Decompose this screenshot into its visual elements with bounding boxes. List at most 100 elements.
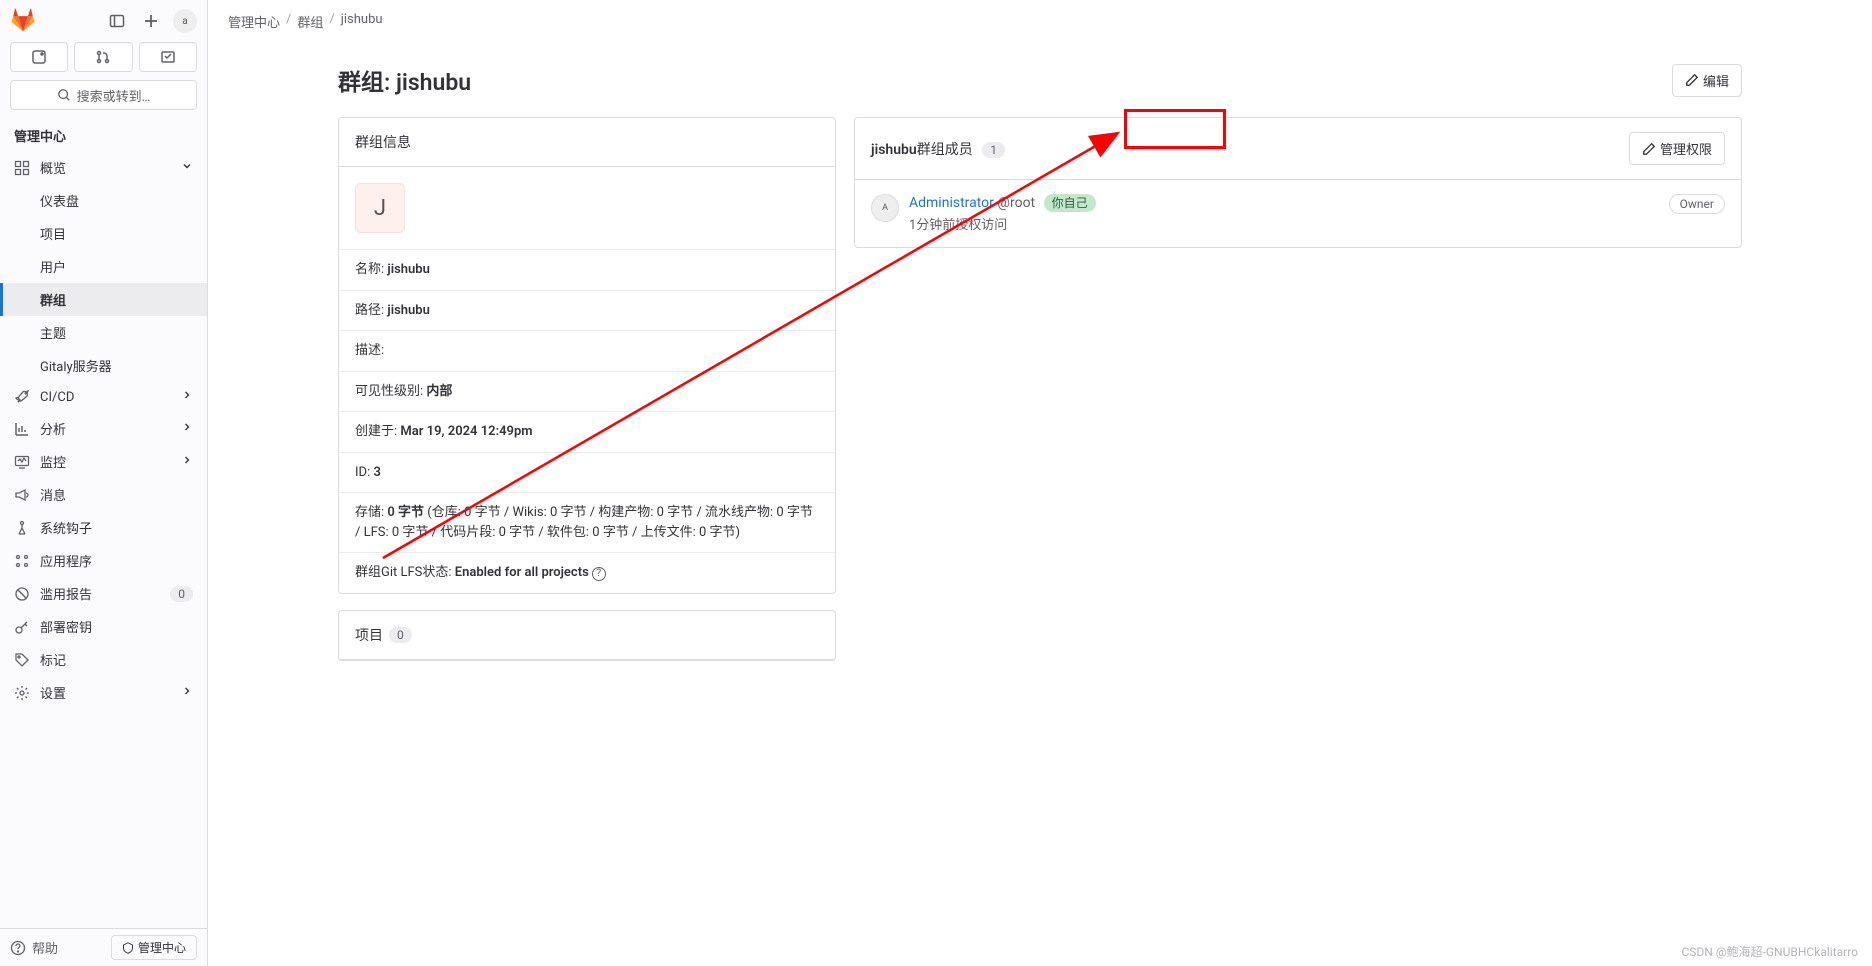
nav-label: 项目 (40, 224, 66, 243)
nav: 概览 仪表盘 项目 用户 群组 主题 Gitaly服务器 CI/CD 分析 监控 (0, 151, 207, 928)
breadcrumb-sep: / (286, 12, 291, 31)
monitor-icon (14, 454, 30, 470)
key-icon (14, 619, 30, 635)
chevron-right-icon (181, 389, 193, 405)
nav-deploy[interactable]: 部署密钥 (0, 610, 207, 643)
members-count: 1 (982, 142, 1005, 158)
hook-icon (14, 520, 30, 536)
tab-issues[interactable] (10, 42, 68, 72)
group-info-title: 群组信息 (339, 118, 835, 167)
nav-analytics[interactable]: 分析 (0, 412, 207, 445)
nav-label: 概览 (40, 158, 66, 177)
nav-label: 设置 (40, 683, 66, 702)
sidebar-section-title: 管理中心 (0, 120, 207, 151)
nav-label: 仪表盘 (40, 191, 79, 210)
nav-label: 消息 (40, 485, 66, 504)
member-sub: 1分钟前授权访问 (909, 214, 1659, 233)
breadcrumb-sep: / (329, 12, 334, 31)
nav-label: 应用程序 (40, 551, 92, 570)
chevron-right-icon (181, 685, 193, 701)
search-placeholder: 搜索或转到… (77, 86, 151, 105)
gitlab-logo[interactable] (10, 8, 36, 34)
breadcrumb-admin[interactable]: 管理中心 (228, 12, 280, 31)
sidebar-footer: 帮助 管理中心 (0, 928, 207, 966)
chevron-right-icon (181, 421, 193, 437)
members-card: jishubu群组成员 1 管理权限 A (854, 117, 1742, 248)
breadcrumb-groups[interactable]: 群组 (297, 12, 323, 31)
edit-button[interactable]: 编辑 (1672, 64, 1742, 97)
nav-labels[interactable]: 标记 (0, 643, 207, 676)
admin-center-link[interactable]: 管理中心 (111, 935, 197, 960)
nav-label: 用户 (40, 257, 66, 276)
sidebar-tabs (0, 42, 207, 80)
sidebar-top: a (0, 0, 207, 42)
page-header: 群组: jishubu 编辑 (338, 63, 1742, 97)
tag-icon (14, 652, 30, 668)
tab-merge-requests[interactable] (74, 42, 132, 72)
nav-label: 标记 (40, 650, 66, 669)
projects-title: 项目 (355, 625, 383, 645)
nav-label: 系统钩子 (40, 518, 92, 537)
nav-users[interactable]: 用户 (0, 250, 207, 283)
nav-label: 滥用报告 (40, 584, 92, 603)
role-badge: Owner (1669, 194, 1725, 214)
info-lfs: 群组Git LFS状态: Enabled for all projects? (339, 552, 835, 593)
members-header: jishubu群组成员 1 管理权限 (855, 118, 1741, 180)
info-desc: 描述: (339, 330, 835, 371)
nav-topics[interactable]: 主题 (0, 316, 207, 349)
nav-messages[interactable]: 消息 (0, 478, 207, 511)
avatar-text: a (182, 16, 187, 27)
info-created: 创建于: Mar 19, 2024 12:49pm (339, 411, 835, 452)
nav-overview[interactable]: 概览 (0, 151, 207, 184)
help-label: 帮助 (32, 938, 58, 957)
info-storage: 存储: 0 字节 (仓库: 0 字节 / Wikis: 0 字节 / 构建产物:… (339, 492, 835, 552)
nav-label: 主题 (40, 323, 66, 342)
nav-projects[interactable]: 项目 (0, 217, 207, 250)
nav-label: 部署密钥 (40, 617, 92, 636)
nav-settings[interactable]: 设置 (0, 676, 207, 709)
nav-label: Gitaly服务器 (40, 356, 112, 375)
nav-label: 群组 (40, 290, 66, 309)
manage-label: 管理权限 (1660, 139, 1712, 158)
rocket-icon (14, 389, 30, 405)
search-input[interactable]: 搜索或转到… (10, 80, 197, 110)
nav-gitaly[interactable]: Gitaly服务器 (0, 349, 207, 382)
columns: 群组信息 J 名称: jishubu 路径: jishubu 描述: 可见性级别… (338, 117, 1742, 661)
member-info: Administrator @root 你自己 1分钟前授权访问 (909, 194, 1659, 233)
tab-todos[interactable] (139, 42, 197, 72)
nav-monitor[interactable]: 监控 (0, 445, 207, 478)
chevron-down-icon (181, 160, 193, 176)
nav-abuse[interactable]: 滥用报告 0 (0, 577, 207, 610)
group-avatar: J (355, 183, 405, 233)
member-handle: @root (997, 195, 1035, 211)
breadcrumb: 管理中心 / 群组 / jishubu (208, 0, 1872, 43)
nav-dashboard[interactable]: 仪表盘 (0, 184, 207, 217)
collapse-sidebar-button[interactable] (105, 9, 129, 33)
help-button[interactable]: 帮助 (10, 938, 58, 957)
manage-permissions-button[interactable]: 管理权限 (1629, 132, 1725, 165)
member-name: Administrator @root 你自己 (909, 194, 1659, 211)
nav-hooks[interactable]: 系统钩子 (0, 511, 207, 544)
main: 管理中心 / 群组 / jishubu 群组: jishubu 编辑 群组信息 … (208, 0, 1872, 966)
create-new-button[interactable] (139, 9, 163, 33)
page-title: 群组: jishubu (338, 63, 471, 97)
right-column: jishubu群组成员 1 管理权限 A (854, 117, 1742, 248)
nav-groups[interactable]: 群组 (0, 283, 207, 316)
chevron-right-icon (181, 454, 193, 470)
help-circle-icon[interactable]: ? (592, 567, 606, 581)
pencil-icon (1642, 142, 1656, 156)
megaphone-icon (14, 487, 30, 503)
member-name-link[interactable]: Administrator (909, 195, 994, 211)
nav-label: 分析 (40, 419, 66, 438)
member-avatar: A (871, 194, 899, 222)
group-info-card: 群组信息 J 名称: jishubu 路径: jishubu 描述: 可见性级别… (338, 117, 836, 594)
nav-label: 监控 (40, 452, 66, 471)
projects-count: 0 (389, 627, 412, 643)
nav-cicd[interactable]: CI/CD (0, 382, 207, 412)
projects-header: 项目 0 (339, 611, 835, 660)
search-icon (57, 88, 71, 102)
breadcrumb-current: jishubu (341, 12, 383, 31)
nav-apps[interactable]: 应用程序 (0, 544, 207, 577)
user-avatar[interactable]: a (173, 9, 197, 33)
abuse-icon (14, 586, 30, 602)
